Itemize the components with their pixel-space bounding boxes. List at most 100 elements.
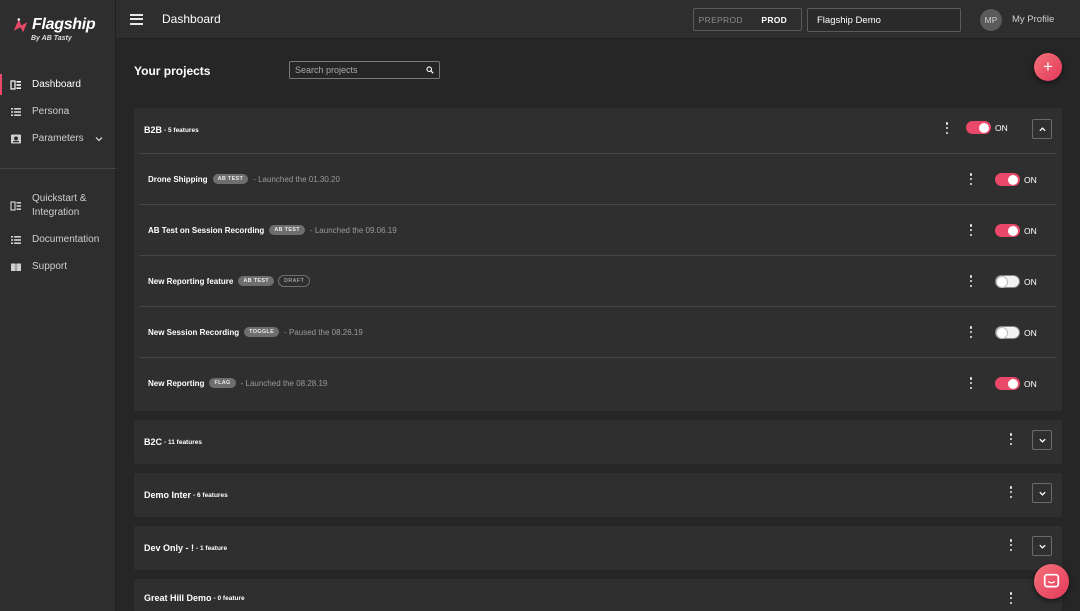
sidebar-item-documentation[interactable]: Documentation	[0, 226, 116, 253]
support-icon	[11, 263, 21, 271]
flagship-logo[interactable]: Flagship By AB Tasty	[12, 16, 96, 42]
list-icon	[11, 107, 21, 116]
expand-button[interactable]	[1032, 483, 1052, 503]
brand-name: Flagship	[32, 16, 96, 33]
project-toggle[interactable]	[966, 121, 991, 134]
project-card-header[interactable]: Dev Only - ! - 1 feature	[134, 526, 1062, 570]
sidebar-item-label: Quickstart & Integration	[32, 193, 87, 218]
more-options-icon[interactable]	[969, 173, 973, 185]
topbar: Dashboard PREPROD PROD Flagship Demo MP …	[116, 0, 1080, 39]
project-select[interactable]: Flagship Demo	[807, 8, 961, 32]
project-card-header[interactable]: Great Hill Demo - 0 feature	[134, 579, 1062, 611]
more-options-icon[interactable]	[1009, 486, 1013, 498]
sidebar-item-label: Dashboard	[32, 78, 81, 90]
feature-status: - Launched the 01.30.20	[253, 174, 340, 184]
sidebar-divider	[0, 168, 116, 169]
feature-row[interactable]: Drone Shipping AB TEST - Launched the 01…	[139, 153, 1056, 204]
project-name: Demo Inter	[144, 490, 192, 500]
chevron-down-icon	[95, 136, 103, 141]
book-icon	[10, 201, 21, 211]
feature-row[interactable]: New Reporting FLAG - Launched the 08.28.…	[139, 357, 1056, 408]
feature-status: - Launched the 08.28.19	[240, 378, 328, 388]
chat-launcher-button[interactable]	[1034, 564, 1069, 599]
more-options-icon[interactable]	[969, 326, 973, 338]
toggle-label: ON	[1024, 379, 1037, 389]
search-input[interactable]	[295, 65, 420, 75]
expand-button[interactable]	[1032, 430, 1052, 450]
feature-status: - Launched the 09.06.19	[309, 225, 397, 235]
draft-badge: DRAFT	[277, 275, 311, 287]
feature-name: New Session Recording	[148, 327, 240, 337]
env-prod-button[interactable]: PROD	[748, 9, 802, 30]
app: Flagship By AB Tasty Dashboard Persona P…	[0, 0, 1080, 611]
page-title: Dashboard	[162, 12, 221, 26]
more-options-icon[interactable]	[969, 275, 973, 287]
sidebar-item-label: Parameters	[32, 132, 84, 144]
expand-button[interactable]	[1032, 536, 1052, 556]
project-name: B2C	[144, 437, 163, 447]
primary-nav: Dashboard Persona Parameters	[0, 71, 116, 152]
sidebar-item-support[interactable]: Support	[0, 253, 116, 280]
feature-row[interactable]: AB Test on Session Recording AB TEST - L…	[139, 204, 1056, 255]
env-preprod-button[interactable]: PREPROD	[694, 9, 748, 30]
project-feature-count: - 5 features	[164, 126, 199, 134]
my-profile-link[interactable]: My Profile	[1012, 14, 1054, 25]
search-icon[interactable]	[426, 66, 434, 74]
feature-toggle[interactable]	[995, 377, 1020, 390]
feature-row[interactable]: New Reporting feature AB TEST DRAFT ON	[139, 255, 1056, 306]
add-project-button[interactable]: +	[1034, 53, 1062, 81]
project-name: B2B	[144, 125, 163, 135]
more-options-icon[interactable]	[969, 224, 973, 236]
chevron-down-icon	[1038, 544, 1046, 549]
menu-icon[interactable]	[130, 13, 143, 25]
parameters-icon	[11, 134, 21, 143]
more-options-icon[interactable]	[1009, 433, 1013, 445]
more-options-icon[interactable]	[1009, 592, 1013, 604]
project-feature-count: - 11 features	[164, 438, 202, 446]
toggle-label: ON	[1024, 277, 1037, 287]
feature-type-badge: AB TEST	[238, 276, 274, 286]
sidebar-item-dashboard[interactable]: Dashboard	[0, 71, 116, 98]
sidebar: Flagship By AB Tasty Dashboard Persona P…	[0, 0, 116, 611]
sidebar-item-quickstart[interactable]: Quickstart & Integration	[0, 186, 116, 226]
feature-name: Drone Shipping	[148, 174, 208, 184]
project-card-b2b: B2B - 5 features ON Drone Shipping AB TE…	[134, 108, 1062, 411]
feature-status: - Paused the 08.26.19	[284, 327, 363, 337]
flagship-logo-mark-icon	[13, 17, 28, 32]
more-options-icon[interactable]	[945, 122, 949, 134]
feature-type-badge: FLAG	[209, 378, 236, 388]
feature-toggle[interactable]	[995, 224, 1020, 237]
dashboard-icon	[10, 79, 21, 90]
sidebar-item-label: Documentation	[32, 233, 100, 245]
toggle-label: ON	[1024, 226, 1037, 236]
sidebar-item-label: Persona	[32, 105, 70, 117]
more-options-icon[interactable]	[969, 377, 973, 389]
chevron-up-icon	[1038, 126, 1046, 131]
feature-type-badge: AB TEST	[212, 174, 249, 184]
projects-heading: Your projects	[134, 64, 211, 78]
chat-icon	[1043, 573, 1060, 588]
feature-row[interactable]: New Session Recording TOGGLE - Paused th…	[139, 306, 1056, 357]
sidebar-item-persona[interactable]: Persona	[0, 98, 116, 125]
feature-toggle[interactable]	[995, 326, 1020, 339]
feature-name: New Reporting feature	[148, 276, 234, 286]
project-card-header[interactable]: Demo Inter - 6 features	[134, 473, 1062, 517]
brand-sub: By AB Tasty	[31, 35, 72, 42]
project-feature-count: - 6 features	[193, 491, 228, 499]
feature-toggle[interactable]	[995, 173, 1020, 186]
project-feature-count: - 0 feature	[213, 594, 245, 602]
project-name: Dev Only - !	[144, 543, 195, 553]
feature-name: AB Test on Session Recording	[148, 225, 265, 235]
project-card-header[interactable]: B2C - 11 features	[134, 420, 1062, 464]
collapse-button[interactable]	[1032, 119, 1052, 139]
more-options-icon[interactable]	[1009, 539, 1013, 551]
avatar[interactable]: MP	[980, 9, 1002, 31]
sidebar-item-parameters[interactable]: Parameters	[0, 125, 116, 152]
project-card-header[interactable]: B2B - 5 features ON	[134, 108, 1062, 152]
feature-toggle[interactable]	[995, 275, 1020, 288]
project-card-b2c: B2C - 11 features	[134, 420, 1062, 464]
project-feature-count: - 1 feature	[196, 544, 228, 552]
project-card-dev-only: Dev Only - ! - 1 feature	[134, 526, 1062, 570]
project-name: Great Hill Demo	[144, 593, 212, 603]
secondary-nav: Quickstart & Integration Documentation S…	[0, 186, 116, 280]
